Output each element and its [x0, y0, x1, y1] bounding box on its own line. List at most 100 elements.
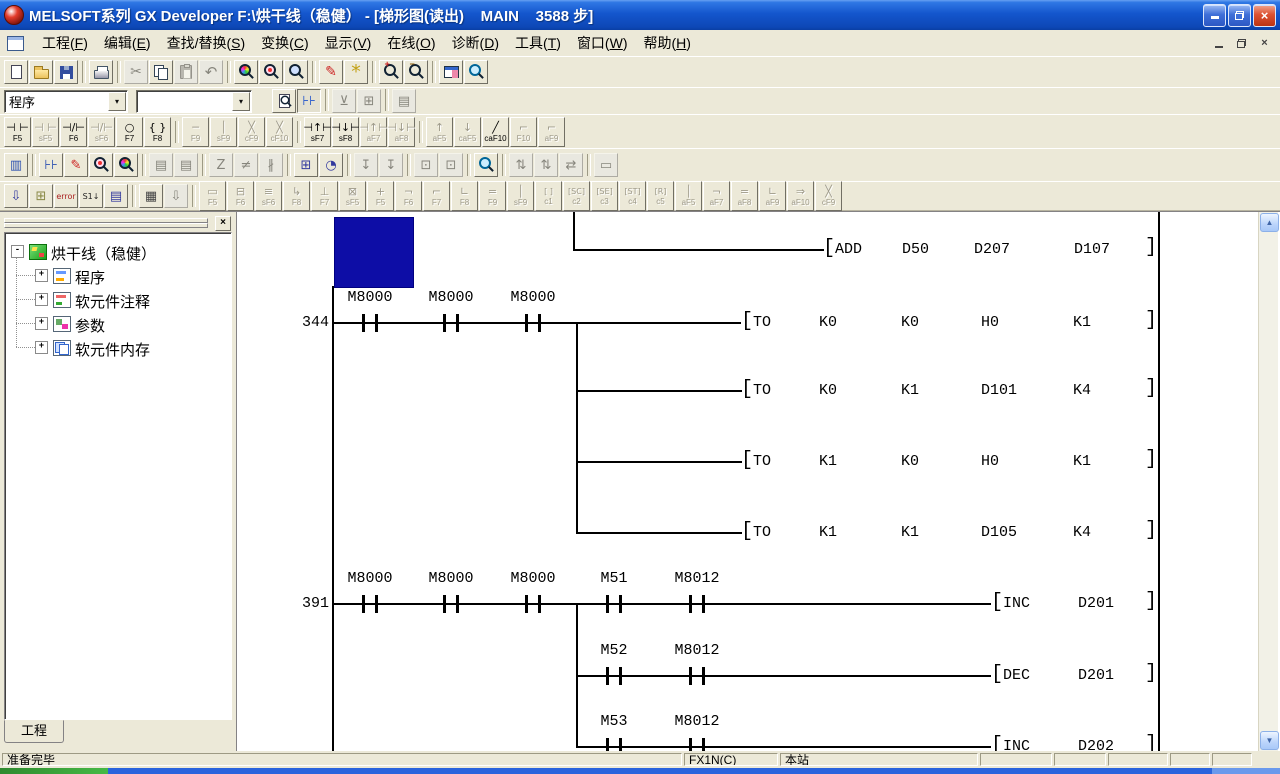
instruction-text[interactable]: [TO	[741, 523, 771, 543]
sfc-step-button[interactable]: ⇩	[4, 184, 28, 208]
instruction-text[interactable]: H0	[981, 313, 999, 333]
instruction-text[interactable]: H0	[981, 452, 999, 472]
close-button[interactable]: ×	[1253, 4, 1276, 27]
zoom-in-button[interactable]	[379, 60, 403, 84]
scroll-up-button[interactable]: ▲	[1260, 213, 1279, 232]
instruction-text[interactable]: K0	[819, 313, 837, 333]
project-tree-toggle-button[interactable]: ⊦⊦	[297, 89, 321, 113]
menu-item-D[interactable]: 诊断(D)	[444, 30, 507, 56]
menu-item-O[interactable]: 在线(O)	[379, 30, 443, 56]
instruction-text[interactable]: D105	[981, 523, 1017, 543]
entry-data-monitor-button[interactable]: ⊞	[294, 153, 318, 177]
instruction-text[interactable]: D101	[981, 381, 1017, 401]
find-instruction-button[interactable]	[284, 60, 308, 84]
contact-M8000[interactable]	[362, 314, 378, 332]
instruction-text[interactable]: D50	[902, 240, 929, 260]
zoom-out-button[interactable]	[404, 60, 428, 84]
contact-M53[interactable]	[606, 738, 622, 752]
project-tab[interactable]: 工程	[4, 720, 64, 743]
instruction-text[interactable]: K1	[901, 381, 919, 401]
panel-grip[interactable]	[4, 223, 208, 228]
instruction-text[interactable]: [INC	[991, 594, 1030, 614]
combo-arrow-icon[interactable]: ▾	[232, 92, 250, 111]
instruction-text[interactable]: K4	[1073, 381, 1091, 401]
comment-display-button[interactable]	[272, 89, 296, 113]
application-instruction-button[interactable]: { }F8	[144, 117, 171, 147]
scroll-down-button[interactable]: ▼	[1260, 731, 1279, 750]
instruction-text[interactable]: D202	[1078, 737, 1114, 752]
child-minimize-button[interactable]	[1211, 37, 1226, 50]
ladder-editor[interactable]: M8000M8000M8000M8000M8000M8000M51M8012M5…	[236, 212, 1280, 752]
instruction-text[interactable]: [TO	[741, 381, 771, 401]
menu-item-E[interactable]: 编辑(E)	[96, 30, 159, 56]
write-ladder-button[interactable]: ✎	[64, 153, 88, 177]
vertical-scrollbar[interactable]: ▲ ▼	[1258, 212, 1278, 752]
contact-M8000[interactable]	[443, 595, 459, 613]
find-coil-button[interactable]	[114, 153, 138, 177]
falling-pulse-contact-button[interactable]: ⊣↓⊢sF8	[332, 117, 359, 147]
menu-item-H[interactable]: 帮助(H)	[636, 30, 699, 56]
open-project-button[interactable]	[29, 60, 53, 84]
instruction-text[interactable]: K1	[1073, 313, 1091, 333]
instruction-text[interactable]: K0	[819, 381, 837, 401]
menu-item-W[interactable]: 窗口(W)	[569, 30, 636, 56]
project-data-list-button[interactable]	[439, 60, 463, 84]
contact-M8000[interactable]	[525, 314, 541, 332]
instruction-text[interactable]: K4	[1073, 523, 1091, 543]
instruction-text[interactable]: D201	[1078, 666, 1114, 686]
print-button[interactable]	[89, 60, 113, 84]
collapse-box-icon[interactable]: -	[11, 245, 24, 258]
contact-M8000[interactable]	[362, 595, 378, 613]
menu-item-F[interactable]: 工程(F)	[34, 30, 96, 56]
taskbar-start-fragment[interactable]	[0, 768, 108, 774]
open-contact-button[interactable]: ⊣ ⊢F5	[4, 117, 31, 147]
contact-M8012[interactable]	[689, 595, 705, 613]
find-device-button[interactable]	[259, 60, 283, 84]
sfc-block-button[interactable]: ⊞	[29, 184, 53, 208]
sfc-zoom-button[interactable]: ▦	[139, 184, 163, 208]
mdi-child-icon[interactable]	[7, 36, 24, 51]
coil-button[interactable]: ○F7	[116, 117, 143, 147]
instruction-text[interactable]: D107	[1074, 240, 1110, 260]
instruction-text[interactable]: [TO	[741, 452, 771, 472]
instruction-text[interactable]: [TO	[741, 313, 771, 333]
menu-item-C[interactable]: 变换(C)	[253, 30, 316, 56]
monitor-mode-button[interactable]: *	[344, 60, 368, 84]
instruction-text[interactable]: K0	[901, 452, 919, 472]
instruction-text[interactable]: D207	[974, 240, 1010, 260]
menu-item-T[interactable]: 工具(T)	[507, 30, 569, 56]
instruction-text[interactable]: D201	[1078, 594, 1114, 614]
menu-item-V[interactable]: 显示(V)	[317, 30, 380, 56]
instruction-text[interactable]: [ADD	[823, 240, 862, 260]
combo-arrow-icon[interactable]: ▾	[108, 92, 126, 111]
new-project-button[interactable]	[4, 60, 28, 84]
invert-operation-result-button[interactable]: ╱caF10	[482, 117, 509, 147]
contact-M8000[interactable]	[525, 595, 541, 613]
instruction-text[interactable]: [INC	[991, 737, 1030, 752]
sfc-block-list-button[interactable]: ▤	[104, 184, 128, 208]
edit-cursor[interactable]	[334, 217, 414, 288]
sfc-error-button[interactable]: error	[54, 184, 78, 208]
expand-box-icon[interactable]: +	[35, 341, 48, 354]
closed-contact-button[interactable]: ⊣/⊢F6	[60, 117, 87, 147]
instruction-text[interactable]: K1	[1073, 452, 1091, 472]
menu-item-S[interactable]: 查找/替换(S)	[159, 30, 254, 56]
rising-pulse-contact-button[interactable]: ⊣↑⊢sF7	[304, 117, 331, 147]
clock-setting-button[interactable]: ◔	[319, 153, 343, 177]
child-close-button[interactable]: ×	[1257, 37, 1272, 50]
expand-box-icon[interactable]: +	[35, 269, 48, 282]
monitor-condition-button[interactable]	[474, 153, 498, 177]
data-type-combo[interactable]: 程序 ▾	[4, 90, 128, 113]
copy-button[interactable]	[149, 60, 173, 84]
instruction-text[interactable]: K0	[901, 313, 919, 333]
contact-M8012[interactable]	[689, 738, 705, 752]
minimize-button[interactable]	[1203, 4, 1226, 27]
ladder-monitor-button[interactable]: ▥	[4, 153, 28, 177]
ladder-canvas[interactable]: M8000M8000M8000M8000M8000M8000M51M8012M5…	[237, 212, 1260, 752]
restore-button[interactable]	[1228, 4, 1251, 27]
panel-close-button[interactable]: ×	[215, 216, 231, 231]
contact-M51[interactable]	[606, 595, 622, 613]
instruction-text[interactable]: K1	[819, 523, 837, 543]
instruction-text[interactable]: K1	[901, 523, 919, 543]
sfc-step-number-button[interactable]: S1↓	[79, 184, 103, 208]
